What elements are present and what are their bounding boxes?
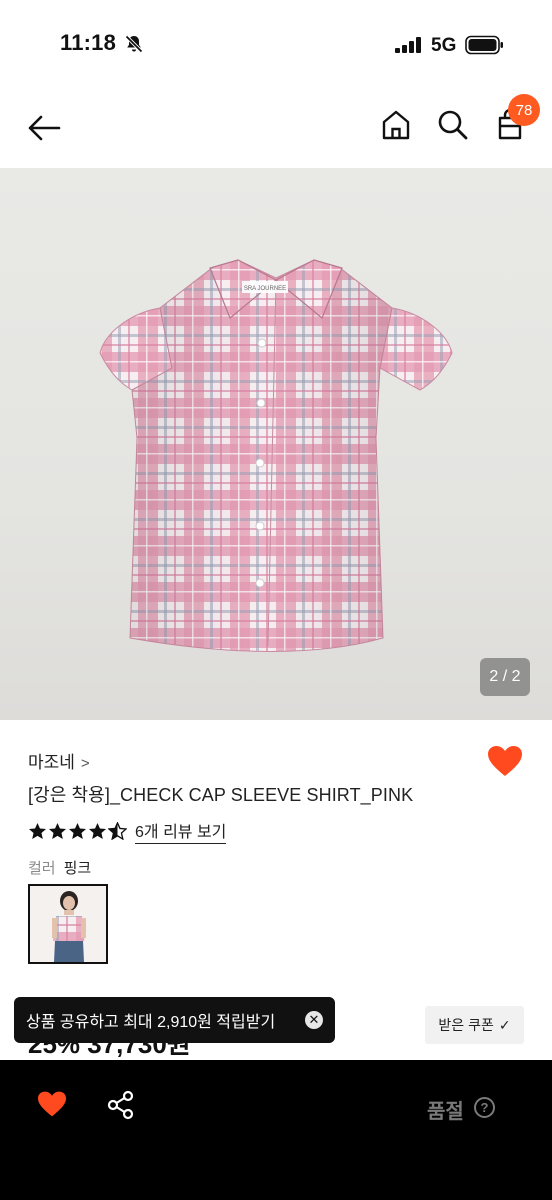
- brand-link[interactable]: 마조네 >: [28, 748, 90, 773]
- search-button[interactable]: [434, 106, 474, 146]
- star-icon: [68, 822, 87, 840]
- review-link[interactable]: 6개 리뷰 보기: [135, 818, 227, 844]
- model-photo: [30, 886, 106, 962]
- back-button[interactable]: [22, 106, 66, 150]
- star-icon: [28, 822, 47, 840]
- sold-out-label: 품절: [427, 1101, 464, 1123]
- color-option-thumbnail[interactable]: [28, 884, 108, 964]
- share-button[interactable]: [106, 1090, 138, 1122]
- color-option-row: 컬러 핑크: [28, 857, 91, 878]
- brand-name: 마조네: [28, 753, 75, 772]
- cart-count-badge: 78: [508, 94, 540, 126]
- home-button[interactable]: [378, 106, 418, 146]
- signal-icon: [395, 37, 423, 58]
- heart-icon: [38, 1091, 66, 1117]
- chevron-right-icon: >: [80, 755, 90, 772]
- help-icon[interactable]: ?: [474, 1097, 495, 1118]
- status-bar: 11:18 5G: [0, 0, 552, 90]
- battery-icon: [465, 35, 505, 60]
- bell-slash-icon: [124, 34, 144, 59]
- star-icon: [48, 822, 67, 840]
- home-icon: [382, 110, 410, 140]
- search-icon: [438, 110, 468, 140]
- received-coupon-button[interactable]: 받은 쿠폰 ✓: [425, 1006, 524, 1044]
- option-value: 핑크: [63, 860, 92, 877]
- option-label: 컬러: [28, 860, 56, 877]
- wishlist-button[interactable]: [486, 744, 524, 780]
- check-icon: ✓: [498, 1016, 511, 1033]
- network-label: 5G: [431, 35, 457, 56]
- toast-message: 상품 공유하고 최대 2,910원 적립받기: [26, 1014, 276, 1031]
- back-arrow-icon: [28, 115, 61, 141]
- share-reward-toast[interactable]: 상품 공유하고 최대 2,910원 적립받기 ✕: [14, 997, 335, 1043]
- star-icon: [88, 822, 107, 840]
- product-image[interactable]: SRA JOURNEE 2 / 2: [0, 168, 552, 720]
- bottom-action-bar: 품절 ?: [0, 1060, 552, 1200]
- image-counter: 2 / 2: [480, 658, 530, 696]
- share-icon: [107, 1090, 134, 1120]
- half-star-icon: [108, 822, 127, 840]
- coupon-label: 받은 쿠폰: [438, 1017, 494, 1033]
- plaid-shirt-illustration: SRA JOURNEE: [99, 259, 453, 652]
- product-name: [강은 착용]_CHECK CAP SLEEVE SHIRT_PINK: [28, 785, 414, 805]
- star-rating: [28, 822, 127, 840]
- app-header: [0, 90, 552, 168]
- bottom-like-button[interactable]: [36, 1090, 70, 1122]
- rating-row: 6개 리뷰 보기: [28, 818, 227, 844]
- status-time: 11:18: [60, 30, 117, 55]
- close-icon[interactable]: ✕: [305, 1011, 323, 1029]
- garment-label: SRA JOURNEE: [244, 286, 286, 292]
- heart-icon: [488, 746, 522, 776]
